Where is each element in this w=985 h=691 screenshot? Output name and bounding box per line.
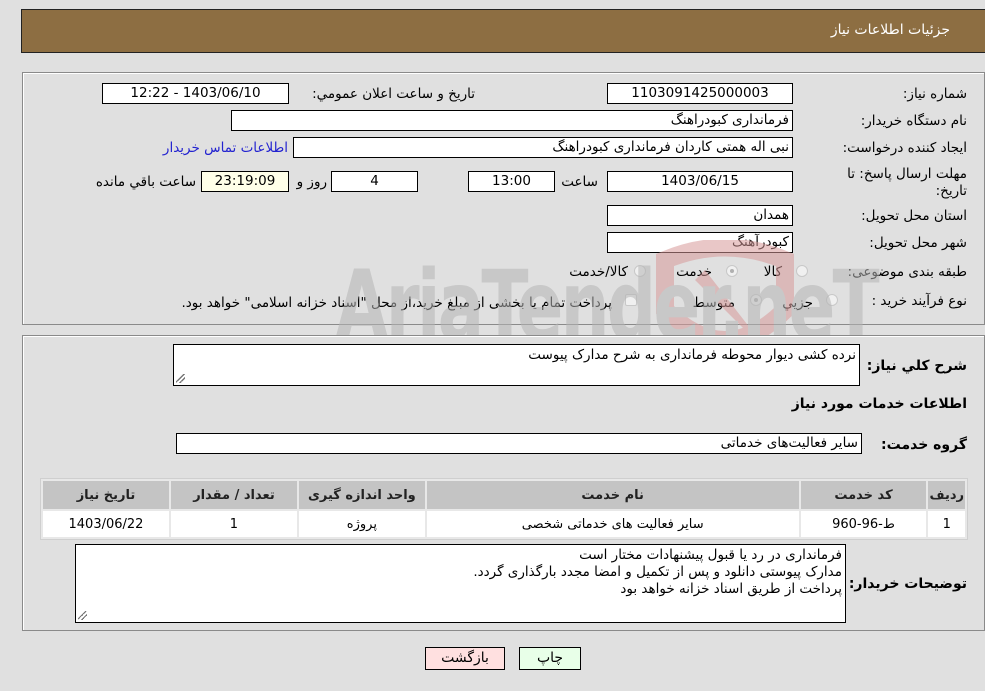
category-label: طبقه بندی موضوعی:: [847, 264, 967, 280]
cell-service-code: ط-96-960: [800, 511, 927, 537]
remaining-label: ساعت باقي مانده: [95, 174, 196, 190]
col-service-code: کد خدمت: [800, 481, 927, 509]
cell-service-name: سایر فعالیت های خدماتی شخصی: [426, 511, 799, 537]
province-label: استان محل تحویل:: [861, 208, 967, 224]
description-text: نرده کشی دیوار محوطه فرمانداری به شرح مد…: [528, 347, 856, 363]
announce-label: تاریخ و ساعت اعلان عمومي:: [312, 86, 475, 102]
col-service-name: نام خدمت: [426, 481, 799, 509]
process-option-medium: متوسط: [692, 295, 735, 311]
deadline-date-field: 1403/06/15: [607, 171, 793, 192]
creator-field: نبی اله همتی کاردان فرمانداری کبودراهنگ: [293, 137, 793, 158]
need-number-field: 1103091425000003: [607, 83, 793, 104]
announce-datetime-field: 1403/06/10 - 12:22: [102, 83, 289, 104]
category-option-goods: کالا: [763, 264, 782, 280]
creator-label: ایجاد کننده درخواست:: [842, 140, 967, 156]
city-label: شهر محل تحویل:: [869, 235, 967, 251]
process-label: نوع فرآیند خرید :: [871, 293, 967, 309]
table-header-row: ردیف کد خدمت نام خدمت واحد اندازه گیری ت…: [43, 481, 965, 509]
buyer-note-line: فرمانداری در رد یا قبول پیشنهادات مختار …: [579, 547, 842, 563]
cell-unit: پروژه: [298, 511, 425, 537]
cell-quantity: 1: [170, 511, 297, 537]
table-row: 1 ط-96-960 سایر فعالیت های خدماتی شخصی پ…: [43, 511, 965, 537]
col-need-date: تاریخ نیاز: [43, 481, 169, 509]
back-button[interactable]: بازگشت: [425, 647, 505, 670]
services-heading: اطلاعات خدمات مورد نیاز: [791, 396, 967, 412]
deadline-label: مهلت ارسال پاسخ: تا: [847, 166, 967, 182]
remaining-time-field: 23:19:09: [201, 171, 289, 192]
col-unit: واحد اندازه گیری: [298, 481, 425, 509]
buyer-notes-label: توضیحات خریدار:: [848, 576, 967, 592]
need-number-label: شماره نیاز:: [902, 86, 967, 102]
deadline-label-2: تاریخ:: [935, 183, 967, 199]
buyer-name-label: نام دستگاه خریدار:: [860, 113, 967, 129]
province-field: همدان: [607, 205, 793, 226]
process-option-minor: جزيي: [782, 295, 813, 311]
resize-grip-icon[interactable]: [176, 374, 185, 383]
page-header: جزئیات اطلاعات نیاز: [21, 9, 985, 53]
process-radio-minor[interactable]: [826, 294, 838, 306]
resize-grip-icon[interactable]: [78, 611, 87, 620]
col-row-number: ردیف: [928, 481, 965, 509]
description-label: شرح کلي نياز:: [866, 358, 967, 374]
category-option-service: خدمت: [676, 264, 712, 280]
treasury-note: پرداخت تمام یا بخشی از مبلغ خرید،از محل …: [181, 295, 612, 311]
category-option-goods-service: کالا/خدمت: [569, 264, 628, 280]
buyer-notes-textarea[interactable]: فرمانداری در رد یا قبول پیشنهادات مختار …: [75, 544, 846, 623]
city-field: کبودرآهنگ: [607, 232, 793, 253]
col-quantity: تعداد / مقدار: [170, 481, 297, 509]
cell-need-date: 1403/06/22: [43, 511, 169, 537]
deadline-time-label: ساعت: [561, 174, 598, 190]
category-radio-goods[interactable]: [796, 265, 808, 277]
category-radio-service[interactable]: [726, 265, 738, 277]
process-radio-medium[interactable]: [750, 294, 762, 306]
description-textarea[interactable]: نرده کشی دیوار محوطه فرمانداری به شرح مد…: [173, 344, 860, 386]
buyer-name-field: فرمانداری کبودراهنگ: [231, 110, 793, 131]
buyer-note-line: پرداخت از طریق اسناد خزانه خواهد بود: [620, 581, 842, 597]
buyer-contact-link[interactable]: اطلاعات تماس خریدار: [163, 140, 288, 156]
cell-row-number: 1: [928, 511, 965, 537]
service-group-field: سایر فعالیت‌های خدماتی: [176, 433, 862, 454]
deadline-time-field: 13:00: [468, 171, 555, 192]
treasury-checkbox[interactable]: [625, 294, 637, 306]
remaining-days-field: 4: [331, 171, 418, 192]
page-title: جزئیات اطلاعات نیاز: [830, 22, 950, 38]
service-group-label: گروه خدمت:: [881, 437, 967, 453]
days-label: روز و: [296, 174, 327, 190]
print-button[interactable]: چاپ: [519, 647, 581, 670]
buyer-note-line: مدارک پیوستی دانلود و پس از تکمیل و امضا…: [473, 564, 842, 580]
services-table: ردیف کد خدمت نام خدمت واحد اندازه گیری ت…: [40, 478, 968, 540]
category-radio-goods-service[interactable]: [634, 265, 646, 277]
